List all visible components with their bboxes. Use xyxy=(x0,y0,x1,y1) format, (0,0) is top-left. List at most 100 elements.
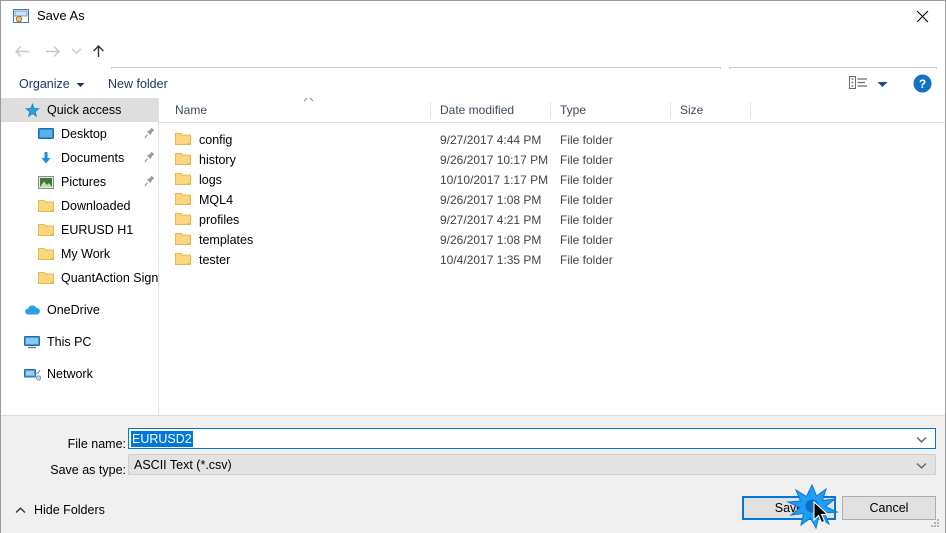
new-folder-label: New folder xyxy=(108,77,168,91)
file-name-cell[interactable]: logs xyxy=(175,170,222,190)
file-name-label: tester xyxy=(199,253,231,267)
file-date-cell: 10/10/2017 1:17 PM xyxy=(440,173,549,187)
folder-icon xyxy=(37,246,55,262)
resize-grip-icon[interactable] xyxy=(930,518,941,532)
column-header-size[interactable]: Size xyxy=(680,103,703,117)
file-name-value: EURUSD2 xyxy=(131,431,193,447)
file-date-cell: 9/26/2017 10:17 PM xyxy=(440,153,549,167)
file-name-input[interactable]: EURUSD2 xyxy=(128,428,936,449)
command-toolbar: Organize New folder ? xyxy=(1,69,945,99)
chevron-down-icon[interactable] xyxy=(916,432,927,446)
file-name-label: history xyxy=(199,153,236,167)
arrow-right-icon[interactable] xyxy=(39,38,65,64)
file-name-cell[interactable]: tester xyxy=(175,250,230,270)
sidebar-item-pictures[interactable]: Pictures xyxy=(1,170,158,194)
table-row[interactable]: history 9/26/2017 10:17 PM File folder xyxy=(159,150,945,170)
folder-icon xyxy=(175,172,191,189)
table-row[interactable]: logs 10/10/2017 1:17 PM File folder xyxy=(159,170,945,190)
folder-icon xyxy=(175,192,191,209)
pin-icon[interactable] xyxy=(144,175,155,190)
column-divider[interactable] xyxy=(670,102,671,119)
file-name-cell[interactable]: MQL4 xyxy=(175,190,233,210)
file-date-cell: 9/27/2017 4:21 PM xyxy=(440,213,542,227)
new-folder-button[interactable]: New folder xyxy=(108,74,168,94)
save-as-dialog: Save As Organize New folder ? Quick acce… xyxy=(0,0,946,533)
table-row[interactable]: MQL4 9/26/2017 1:08 PM File folder xyxy=(159,190,945,210)
file-type-cell: File folder xyxy=(560,133,613,147)
view-options-button[interactable] xyxy=(849,75,888,93)
file-list-pane[interactable]: Name Date modified Type Size config 9/27… xyxy=(159,98,945,415)
file-name-cell[interactable]: config xyxy=(175,130,232,150)
column-header-type[interactable]: Type xyxy=(560,103,586,117)
file-name-cell[interactable]: profiles xyxy=(175,210,239,230)
sidebar-item-my-work[interactable]: My Work xyxy=(1,242,158,266)
pin-icon[interactable] xyxy=(144,151,155,166)
sidebar-item-label: Quick access xyxy=(47,103,122,117)
sidebar-item-desktop[interactable]: Desktop xyxy=(1,122,158,146)
file-date-cell: 9/26/2017 1:08 PM xyxy=(440,233,542,247)
sidebar-item-label: This PC xyxy=(47,335,92,349)
sidebar-item-documents[interactable]: Documents xyxy=(1,146,158,170)
title-bar: Save As xyxy=(1,1,945,32)
table-row[interactable]: config 9/27/2017 4:44 PM File folder xyxy=(159,130,945,150)
sidebar-item-network[interactable]: Network xyxy=(1,362,158,386)
sidebar-item-label: QuantAction Signal xyxy=(61,271,159,285)
cancel-button[interactable]: Cancel xyxy=(842,496,936,520)
column-header-name[interactable]: Name xyxy=(175,103,207,117)
close-icon[interactable] xyxy=(899,1,945,32)
column-divider[interactable] xyxy=(430,102,431,119)
column-header-date-modified[interactable]: Date modified xyxy=(440,103,514,117)
table-row[interactable]: tester 10/4/2017 1:35 PM File folder xyxy=(159,250,945,270)
sidebar-item-quick-access[interactable]: Quick access xyxy=(1,98,158,122)
file-type-cell: File folder xyxy=(560,173,613,187)
monitor-icon xyxy=(23,334,41,350)
chevron-down-icon[interactable] xyxy=(916,458,927,472)
sidebar-item-label: Network xyxy=(47,367,93,381)
table-row[interactable]: profiles 9/27/2017 4:21 PM File folder xyxy=(159,210,945,230)
recent-locations-chevron-down-icon[interactable] xyxy=(67,38,85,64)
pictures-icon xyxy=(37,174,55,190)
sidebar-item-downloaded[interactable]: Downloaded xyxy=(1,194,158,218)
file-type-cell: File folder xyxy=(560,153,613,167)
chevron-down-icon[interactable] xyxy=(877,77,888,91)
arrow-up-icon[interactable] xyxy=(85,38,111,64)
table-row[interactable]: templates 9/26/2017 1:08 PM File folder xyxy=(159,230,945,250)
file-name-label: logs xyxy=(199,173,222,187)
sidebar-item-this-pc[interactable]: This PC xyxy=(1,330,158,354)
save-as-type-combobox[interactable]: ASCII Text (*.csv) xyxy=(128,454,936,475)
file-date-cell: 9/27/2017 4:44 PM xyxy=(440,133,542,147)
save-as-type-label: Save as type: xyxy=(50,463,126,477)
sidebar-item-quantaction-signal[interactable]: QuantAction Signal xyxy=(1,266,158,290)
save-as-type-value: ASCII Text (*.csv) xyxy=(134,458,232,472)
arrow-left-icon[interactable] xyxy=(9,38,35,64)
hide-folders-button[interactable]: Hide Folders xyxy=(15,503,105,517)
column-divider[interactable] xyxy=(550,102,551,119)
sidebar-item-onedrive[interactable]: OneDrive xyxy=(1,298,158,322)
cloud-icon xyxy=(23,302,41,318)
help-icon[interactable]: ? xyxy=(913,74,932,96)
pin-icon[interactable] xyxy=(144,127,155,142)
file-name-cell[interactable]: history xyxy=(175,150,236,170)
chevron-up-icon xyxy=(15,503,26,517)
organize-label: Organize xyxy=(19,77,70,91)
navigation-sidebar[interactable]: Quick access Desktop Documents Pictures … xyxy=(1,98,159,415)
sidebar-item-label: EURUSD H1 xyxy=(61,223,134,237)
folder-icon xyxy=(175,152,191,169)
organize-button[interactable]: Organize xyxy=(19,74,85,94)
column-divider[interactable] xyxy=(750,102,751,119)
folder-icon xyxy=(37,222,55,238)
sidebar-item-label: Pictures xyxy=(61,175,107,189)
save-button[interactable]: Save xyxy=(742,496,836,520)
sidebar-item-eurusd-h1[interactable]: EURUSD H1 xyxy=(1,218,158,242)
chevron-up-icon xyxy=(303,98,314,104)
file-name-label: MQL4 xyxy=(199,193,234,207)
navigation-bar: « Roaming › MetaQuotes › Terminal › 9155… xyxy=(1,32,945,93)
folder-icon xyxy=(175,232,191,249)
file-name-cell[interactable]: templates xyxy=(175,230,253,250)
file-type-cell: File folder xyxy=(560,213,613,227)
desktop-icon xyxy=(37,126,55,142)
chevron-down-icon xyxy=(76,77,85,91)
save-as-icon xyxy=(13,8,30,24)
